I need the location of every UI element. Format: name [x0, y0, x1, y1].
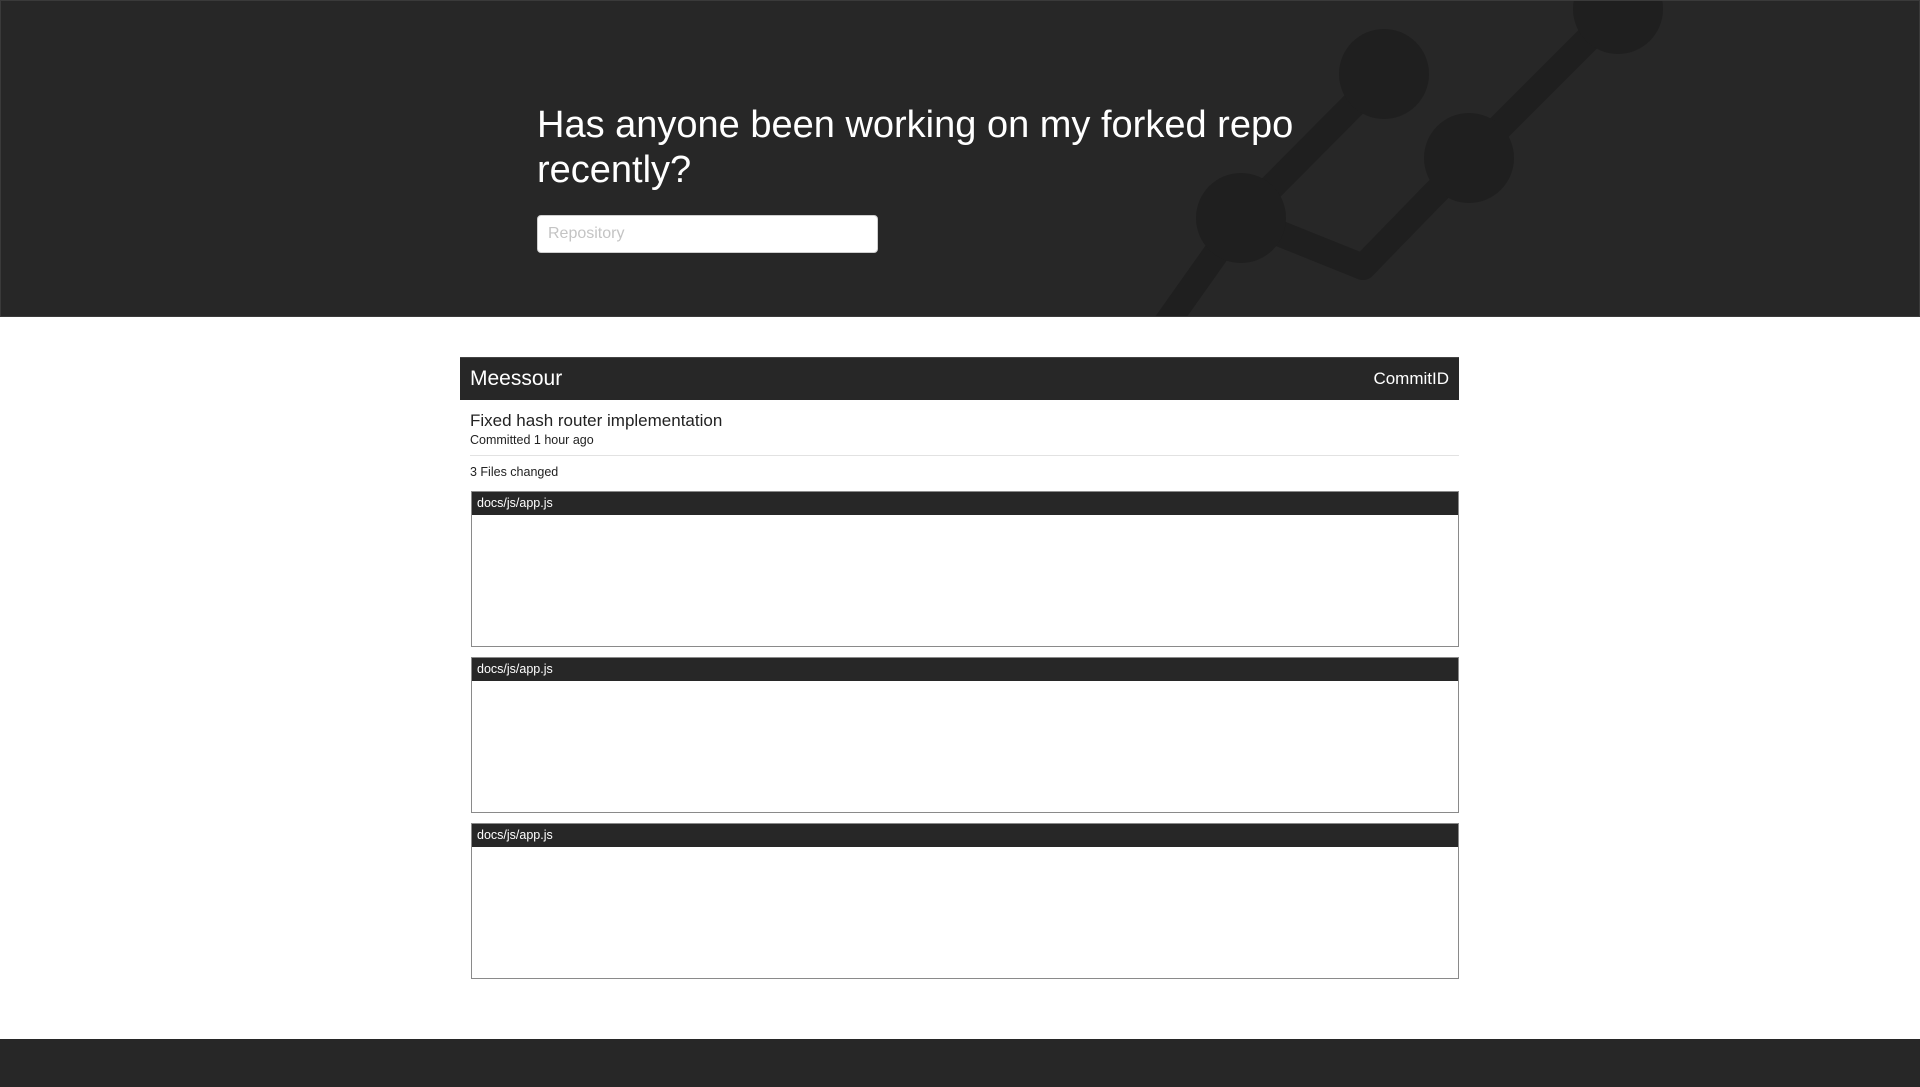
footer — [0, 1039, 1920, 1087]
file-path: docs/js/app.js — [472, 824, 1458, 847]
commit-message-block: Fixed hash router implementation Committ… — [460, 400, 1459, 499]
commit-header: Meessour CommitID — [460, 357, 1459, 400]
files-changed-count: 3 Files changed — [470, 465, 559, 479]
commit-id: CommitID — [1373, 369, 1449, 388]
file-path: docs/js/app.js — [472, 492, 1458, 515]
hero-banner: Has anyone been working on my forked rep… — [0, 0, 1920, 317]
page-title: Has anyone been working on my forked rep… — [537, 104, 1294, 191]
file-diff-panel: docs/js/app.js — [471, 657, 1459, 813]
file-diff-panel: docs/js/app.js — [471, 823, 1459, 979]
file-path: docs/js/app.js — [472, 658, 1458, 681]
file-diff-panel: docs/js/app.js — [471, 491, 1459, 647]
commit-card: Meessour CommitID Fixed hash router impl… — [460, 357, 1459, 979]
commit-timestamp: Committed 1 hour ago — [470, 433, 594, 447]
divider — [470, 455, 1459, 456]
repository-search-input[interactable] — [537, 215, 878, 253]
commit-message: Fixed hash router implementation — [470, 411, 723, 430]
commit-author: Meessour — [470, 367, 563, 390]
